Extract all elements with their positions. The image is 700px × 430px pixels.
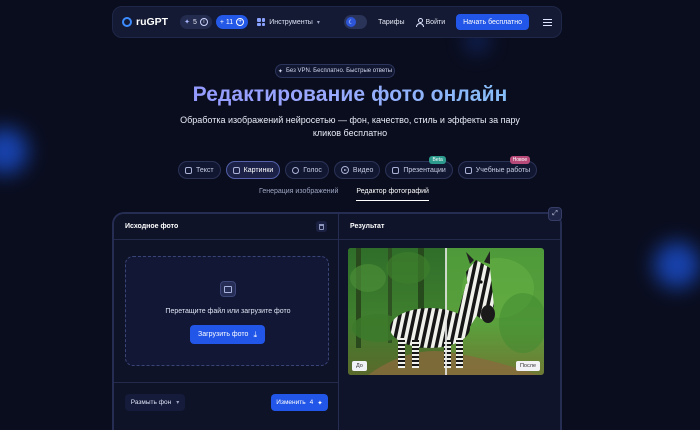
tab-label: Картинки	[243, 166, 274, 174]
voice-icon	[292, 166, 300, 174]
after-label: После	[515, 361, 540, 371]
trash-icon[interactable]	[316, 221, 327, 232]
expand-icon[interactable]: ⤢	[548, 207, 562, 221]
beta-badge: Beta	[429, 156, 446, 164]
promo-pill: ✦ Без VPN. Бесплатно. Быстрые ответы	[275, 64, 395, 78]
logo-icon	[122, 17, 132, 27]
tab-label: Текст	[196, 166, 214, 174]
promo-text: Без VPN. Бесплатно. Быстрые ответы	[285, 68, 393, 74]
result-title: Результат	[350, 223, 385, 230]
login-label: Войти	[425, 18, 446, 26]
tab-presentations[interactable]: Презентации Beta	[385, 156, 453, 179]
add-credits-button[interactable]: + 11 +	[215, 15, 249, 29]
video-icon	[340, 166, 349, 174]
background-glow-right	[654, 242, 700, 288]
theme-toggle[interactable]: ☾	[344, 15, 368, 29]
subtab-image-generation[interactable]: Генерация изображений	[259, 188, 338, 201]
tab-label: Презентации	[403, 166, 446, 174]
dropzone-text: Перетащите файл или загрузите фото	[165, 308, 291, 315]
before-label: До	[352, 361, 367, 371]
photo-editor-card: Исходное фото Перетащите файл или загруз…	[112, 212, 562, 430]
category-tabs: Текст Картинки Голос Видео Презентации B…	[178, 156, 538, 179]
upload-photo-button[interactable]: Загрузить фото ⤓	[190, 325, 265, 344]
tab-video[interactable]: Видео	[333, 161, 381, 179]
credits-badge[interactable]: ✦ 5 i	[180, 15, 212, 29]
plus-circle-icon: +	[236, 18, 245, 26]
moon-icon: ☾	[346, 17, 357, 27]
download-icon: ⤓	[253, 329, 257, 339]
editor-controls: Размыть фон ▾ Изменить 4 ✦	[114, 382, 338, 430]
logo[interactable]: ruGPT	[122, 16, 168, 28]
tab-voice[interactable]: Голос	[285, 161, 329, 179]
start-free-button[interactable]: Начать бесплатно	[456, 14, 529, 30]
tab-images[interactable]: Картинки	[225, 161, 281, 179]
login-link[interactable]: Войти	[415, 18, 446, 27]
chevron-down-icon: ▾	[316, 19, 320, 26]
sub-tabs: Генерация изображений Редактор фотографи…	[259, 188, 429, 201]
before-after-comparison[interactable]: До После	[348, 248, 544, 375]
result-header: Результат	[339, 214, 560, 240]
edit-mode-select[interactable]: Размыть фон ▾	[125, 394, 185, 411]
tab-label: Учебные работы	[475, 166, 531, 174]
tab-label: Видео	[352, 166, 374, 174]
change-cost: 4	[309, 399, 314, 406]
chevron-down-icon: ▾	[176, 400, 180, 406]
new-badge: Новое	[509, 156, 531, 164]
tools-menu[interactable]: Инструменты ▾	[257, 18, 320, 26]
tab-study-works[interactable]: Учебные работы Новое	[457, 156, 538, 179]
image-upload-icon	[220, 281, 236, 297]
sparkle-icon: ✦	[317, 399, 323, 407]
source-title: Исходное фото	[125, 223, 179, 230]
tools-label: Инструменты	[269, 18, 313, 26]
subtab-photo-editor[interactable]: Редактор фотографий	[356, 188, 429, 201]
add-credits-label: + 11	[219, 18, 234, 26]
pricing-link[interactable]: Тарифы	[378, 19, 404, 26]
zebra-photo	[348, 248, 544, 375]
result-pane: Результат До После	[338, 214, 560, 430]
info-icon[interactable]: i	[199, 18, 208, 26]
text-icon	[185, 166, 192, 174]
presentation-icon	[392, 166, 400, 174]
source-pane: Исходное фото Перетащите файл или загруз…	[114, 214, 338, 430]
background-glow-left	[0, 128, 28, 174]
hamburger-menu-icon[interactable]	[543, 18, 552, 26]
apply-change-button[interactable]: Изменить 4 ✦	[271, 394, 328, 411]
sparkle-icon: ✦	[184, 19, 190, 26]
image-icon	[232, 166, 240, 174]
user-icon	[415, 18, 424, 27]
logo-text: ruGPT	[136, 16, 169, 28]
tab-label: Голос	[303, 166, 322, 174]
source-header: Исходное фото	[114, 214, 338, 240]
change-label: Изменить	[276, 399, 306, 406]
edit-mode-value: Размыть фон	[130, 399, 172, 406]
sparkle-icon: ✦	[277, 68, 283, 75]
tab-text[interactable]: Текст	[178, 161, 221, 179]
upload-label: Загрузить фото	[198, 331, 249, 338]
study-icon	[464, 166, 472, 174]
page-subtitle: Обработка изображений нейросетью — фон, …	[180, 115, 520, 138]
page-title: Редактирование фото онлайн	[0, 83, 700, 107]
credits-count: 5	[192, 18, 197, 26]
upload-dropzone[interactable]: Перетащите файл или загрузите фото Загру…	[125, 256, 329, 366]
top-navbar: ruGPT ✦ 5 i + 11 + Инструменты ▾ ☾ Тариф…	[112, 6, 562, 38]
grid-icon	[257, 18, 266, 26]
